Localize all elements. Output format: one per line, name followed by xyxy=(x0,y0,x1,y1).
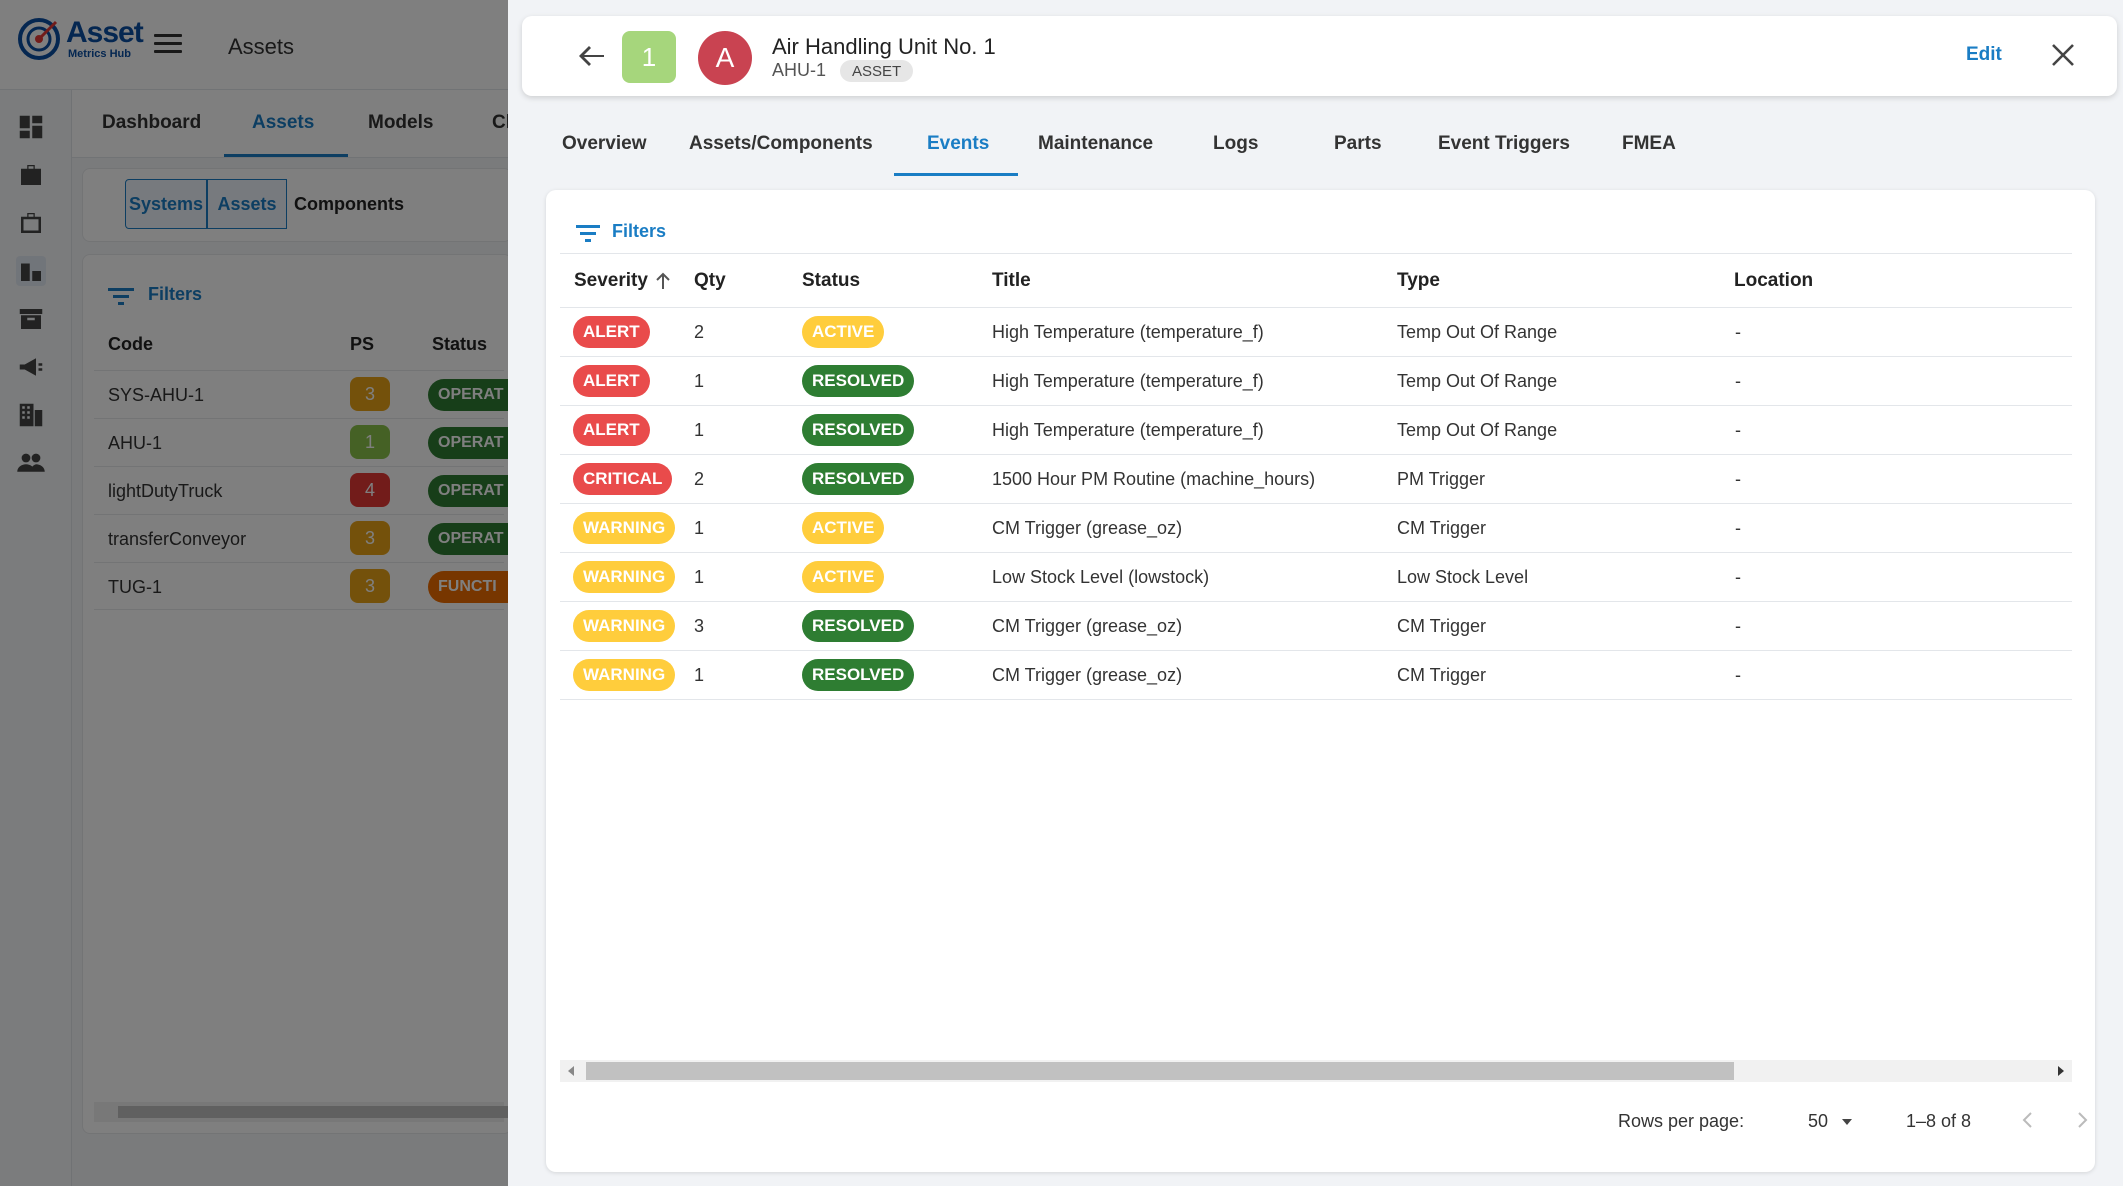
tab-maintenance[interactable]: Maintenance xyxy=(1038,133,1153,155)
title-cell: CM Trigger (grease_oz) xyxy=(992,616,1183,636)
type-cell: PM Trigger xyxy=(1397,469,1486,489)
tab-fmea[interactable]: FMEA xyxy=(1622,133,1676,155)
location-cell: - xyxy=(1735,469,1741,489)
arrow-back-icon[interactable] xyxy=(578,44,606,68)
status-badge: ACTIVE xyxy=(802,316,885,348)
column-header-location[interactable]: Location xyxy=(1734,270,1813,292)
column-header-qty[interactable]: Qty xyxy=(694,270,726,292)
type-cell: CM Trigger xyxy=(1397,665,1487,685)
type-cell: Temp Out Of Range xyxy=(1397,420,1558,440)
table-row[interactable]: WARNING 1 ACTIVE Low Stock Level (lowsto… xyxy=(560,553,2072,602)
modal-backdrop[interactable] xyxy=(0,0,508,1186)
location-cell: - xyxy=(1735,518,1741,538)
severity-badge: WARNING xyxy=(573,561,676,593)
status-badge: RESOLVED xyxy=(802,659,915,691)
severity-badge: WARNING xyxy=(573,610,676,642)
severity-badge: WARNING xyxy=(573,659,676,691)
qty-cell: 2 xyxy=(694,322,705,342)
qty-cell: 1 xyxy=(694,371,705,391)
column-header-status[interactable]: Status xyxy=(802,270,860,292)
table-row[interactable]: WARNING 3 RESOLVED CM Trigger (grease_oz… xyxy=(560,602,2072,651)
severity-badge: WARNING xyxy=(573,512,676,544)
title-cell: CM Trigger (grease_oz) xyxy=(992,665,1183,685)
location-cell: - xyxy=(1735,371,1741,391)
location-cell: - xyxy=(1735,567,1741,587)
column-header-severity[interactable]: Severity xyxy=(574,270,648,292)
status-badge: RESOLVED xyxy=(802,414,915,446)
title-cell: Low Stock Level (lowstock) xyxy=(992,567,1210,587)
qty-cell: 1 xyxy=(694,665,705,685)
scroll-right-arrow-icon[interactable] xyxy=(2058,1066,2064,1076)
type-cell: Temp Out Of Range xyxy=(1397,371,1558,391)
location-cell: - xyxy=(1735,665,1741,685)
title-cell: High Temperature (temperature_f) xyxy=(992,322,1264,342)
asset-code: AHU-1 xyxy=(772,60,827,80)
scrollbar-thumb[interactable] xyxy=(586,1062,1734,1080)
severity-badge: ALERT xyxy=(573,316,650,348)
tab-active-indicator xyxy=(894,173,1018,176)
severity-badge: ALERT xyxy=(573,414,650,446)
tab-overview[interactable]: Overview xyxy=(562,133,647,155)
table-row[interactable]: CRITICAL 2 RESOLVED 1500 Hour PM Routine… xyxy=(560,455,2072,504)
location-cell: - xyxy=(1735,322,1741,342)
table-row[interactable]: ALERT 1 RESOLVED High Temperature (tempe… xyxy=(560,406,2072,455)
qty-cell: 1 xyxy=(694,518,705,538)
tab-event-triggers[interactable]: Event Triggers xyxy=(1438,133,1570,155)
rows-per-page-select[interactable]: 50 xyxy=(1808,1111,1828,1132)
tab-logs[interactable]: Logs xyxy=(1213,133,1258,155)
type-cell: CM Trigger xyxy=(1397,616,1487,636)
location-cell: - xyxy=(1735,420,1741,440)
horizontal-scrollbar[interactable] xyxy=(560,1060,2072,1082)
location-cell: - xyxy=(1735,616,1741,636)
tab-assets-components[interactable]: Assets/Components xyxy=(689,133,873,155)
chevron-left-icon[interactable] xyxy=(2016,1108,2040,1132)
avatar: A xyxy=(698,31,752,85)
events-card: Filters Severity Qty Status Title Type L… xyxy=(546,190,2095,1172)
tab-parts[interactable]: Parts xyxy=(1334,133,1382,155)
filter-icon[interactable] xyxy=(576,224,600,242)
priority-badge: 1 xyxy=(622,31,676,83)
arrow-up-sort-icon[interactable] xyxy=(654,272,672,290)
pagination-range: 1–8 of 8 xyxy=(1906,1111,1972,1131)
severity-badge: ALERT xyxy=(573,365,650,397)
severity-badge: CRITICAL xyxy=(573,463,673,495)
chevron-right-icon[interactable] xyxy=(2070,1108,2094,1132)
asset-detail-drawer: 1 A Air Handling Unit No. 1 AHU-1 ASSET … xyxy=(508,0,2123,1186)
table-row[interactable]: WARNING 1 RESOLVED CM Trigger (grease_oz… xyxy=(560,651,2072,700)
status-badge: ACTIVE xyxy=(802,561,885,593)
scroll-left-arrow-icon[interactable] xyxy=(568,1066,574,1076)
qty-cell: 1 xyxy=(694,420,705,440)
table-row[interactable]: ALERT 2 ACTIVE High Temperature (tempera… xyxy=(560,308,2072,357)
type-cell: Low Stock Level xyxy=(1397,567,1529,587)
column-header-type[interactable]: Type xyxy=(1397,270,1440,292)
qty-cell: 1 xyxy=(694,567,705,587)
status-badge: RESOLVED xyxy=(802,365,915,397)
qty-cell: 3 xyxy=(694,616,705,636)
type-cell: CM Trigger xyxy=(1397,518,1487,538)
status-badge: RESOLVED xyxy=(802,610,915,642)
status-badge: ACTIVE xyxy=(802,512,885,544)
status-badge: RESOLVED xyxy=(802,463,915,495)
qty-cell: 2 xyxy=(694,469,705,489)
divider xyxy=(560,253,2072,254)
close-icon[interactable] xyxy=(2050,42,2076,68)
title-cell: High Temperature (temperature_f) xyxy=(992,371,1264,391)
type-cell: Temp Out Of Range xyxy=(1397,322,1558,342)
title-cell: CM Trigger (grease_oz) xyxy=(992,518,1183,538)
title-cell: 1500 Hour PM Routine (machine_hours) xyxy=(992,469,1316,489)
caret-down-icon[interactable] xyxy=(1842,1119,1852,1125)
asset-title: Air Handling Unit No. 1 xyxy=(772,34,996,59)
rows-per-page-label: Rows per page: xyxy=(1618,1111,1745,1131)
column-header-title[interactable]: Title xyxy=(992,270,1031,292)
edit-button[interactable]: Edit xyxy=(1966,44,2002,66)
table-row[interactable]: WARNING 1 ACTIVE CM Trigger (grease_oz) … xyxy=(560,504,2072,553)
tab-events[interactable]: Events xyxy=(927,133,989,155)
table-row[interactable]: ALERT 1 RESOLVED High Temperature (tempe… xyxy=(560,357,2072,406)
drawer-header: 1 A Air Handling Unit No. 1 AHU-1 ASSET … xyxy=(522,16,2117,96)
asset-type-chip: ASSET xyxy=(840,60,914,82)
filters-button[interactable]: Filters xyxy=(612,221,666,242)
title-cell: High Temperature (temperature_f) xyxy=(992,420,1264,440)
